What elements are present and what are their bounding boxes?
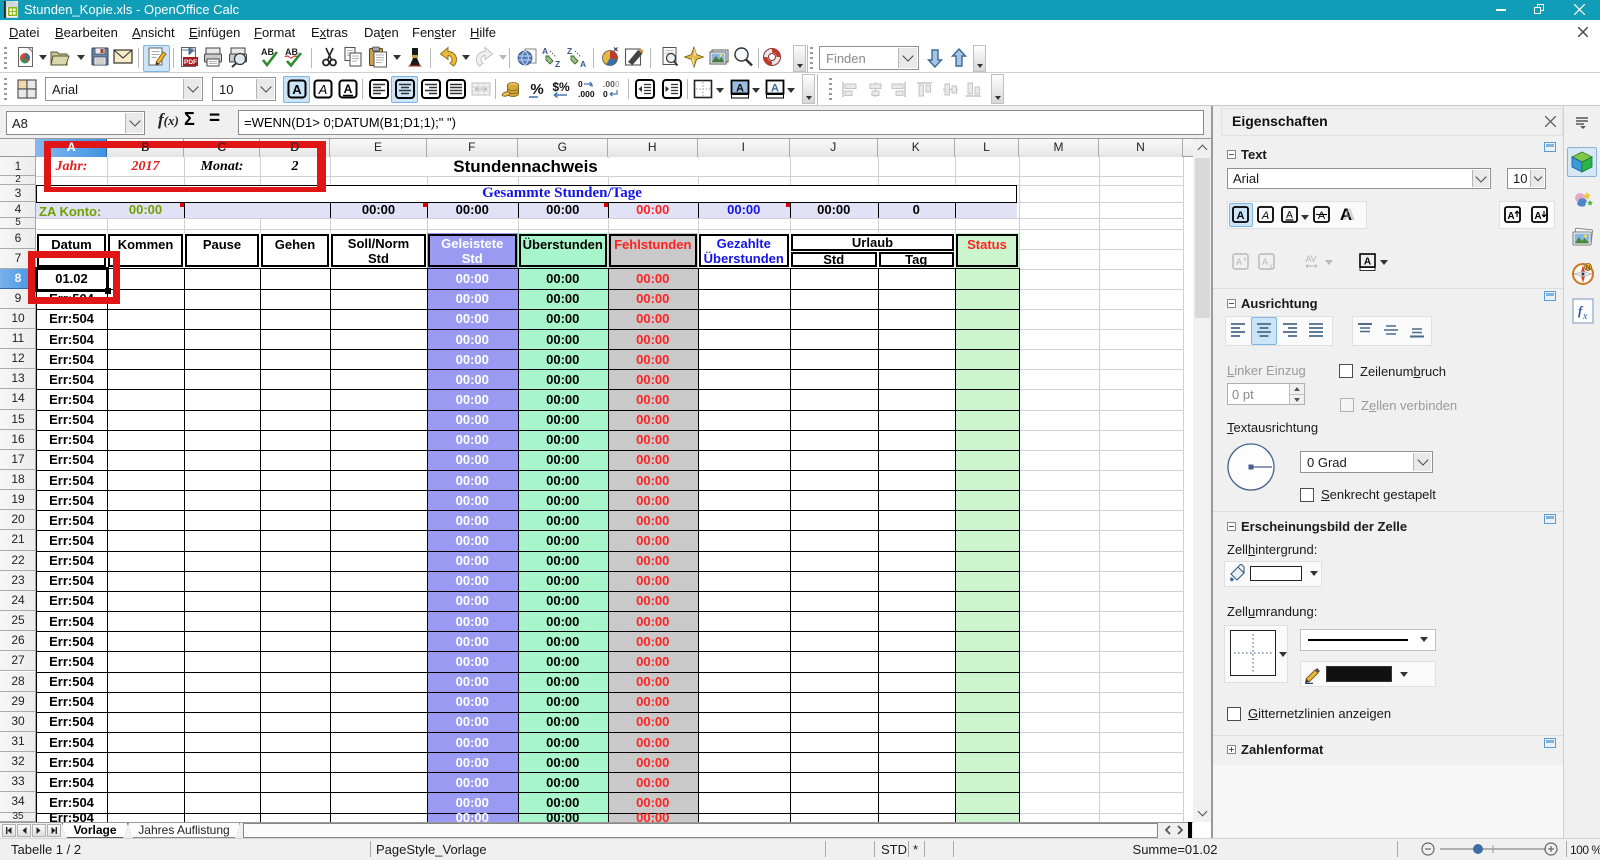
svg-text:A: A [1364,257,1371,268]
svg-text:.000: .000 [578,89,595,99]
svg-text:Z: Z [555,59,560,68]
svg-text:x: x [1270,264,1273,270]
svg-text:N: N [1586,266,1590,272]
svg-text:A: A [1507,211,1514,222]
svg-text:A: A [1262,257,1268,267]
svg-text:A: A [1261,210,1269,222]
svg-text:A: A [542,46,548,56]
svg-text:A: A [580,59,586,68]
svg-text:A: A [292,82,302,97]
svg-text:A: A [736,83,744,95]
svg-text:A: A [1534,211,1541,222]
svg-text:A: A [1318,210,1326,222]
svg-text:AV: AV [1305,254,1316,264]
svg-text:A: A [1286,210,1293,221]
svg-text:x: x [1244,257,1247,263]
svg-text:PDF: PDF [184,59,197,66]
svg-text:A: A [1236,257,1242,267]
svg-text:0: 0 [578,79,583,89]
svg-text:$%: $% [552,80,570,94]
svg-text:A: A [1237,210,1245,222]
svg-text:A: A [344,82,353,96]
svg-text:%: % [530,81,543,98]
svg-text:x: x [1582,311,1588,322]
svg-text:A: A [318,82,328,97]
svg-text:0: 0 [603,89,608,99]
svg-text:AB: AB [261,47,274,57]
svg-text:.000: .000 [603,79,620,89]
svg-text:Z: Z [567,46,572,56]
svg-text:A: A [771,83,779,95]
svg-text:A: A [1343,205,1355,223]
